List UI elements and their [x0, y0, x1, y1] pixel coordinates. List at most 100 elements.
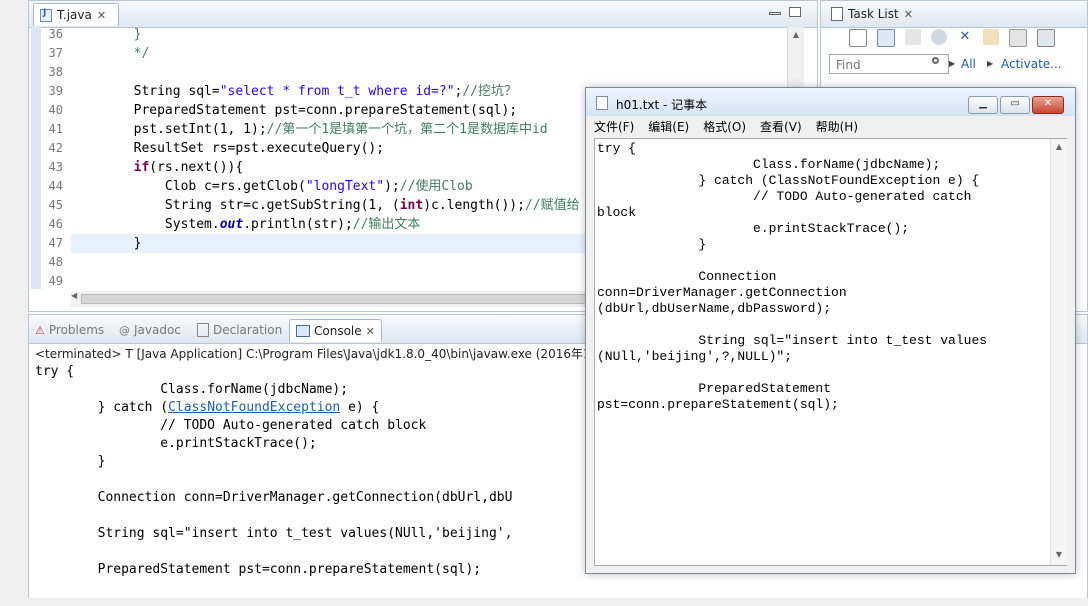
- line-number: 39: [48, 84, 63, 98]
- focus-icon[interactable]: [983, 29, 999, 45]
- notepad-line: }: [597, 237, 707, 252]
- tab-console[interactable]: Console ✕: [289, 319, 382, 342]
- menu-help[interactable]: 帮助(H): [816, 118, 858, 135]
- maximize-button[interactable]: ▭: [1000, 96, 1030, 114]
- code-line: Clob c=rs.getClob("longText");//使用Clob: [71, 179, 473, 194]
- tab-javadoc[interactable]: @ Javadoc: [119, 319, 181, 341]
- triangle-icon: ▶: [949, 59, 956, 68]
- code-line: ResultSet rs=pst.executeQuery();: [71, 141, 385, 156]
- notepad-line: } catch (ClassNotFoundException e) {: [597, 173, 980, 188]
- line-number: 47: [48, 236, 63, 250]
- menu-view[interactable]: 查看(V): [760, 118, 802, 135]
- task-list-icon: [831, 7, 843, 21]
- task-list-toolbar: ✕: [849, 29, 1055, 47]
- notepad-line: pst=conn.prepareStatement(sql);: [597, 397, 839, 412]
- scroll-up-arrow[interactable]: ▲: [788, 27, 804, 43]
- line-number: 42: [48, 141, 63, 155]
- categorized-icon[interactable]: [877, 29, 895, 47]
- class-link[interactable]: ClassNotFoundException: [168, 400, 340, 415]
- scroll-left-arrow[interactable]: ◀: [71, 291, 77, 300]
- output-line: e.printStackTrace();: [35, 436, 317, 451]
- scheduled-icon[interactable]: [905, 29, 921, 45]
- minimize-icon[interactable]: [769, 12, 781, 15]
- line-number: 46: [48, 217, 63, 231]
- code-line: */: [133, 46, 150, 61]
- output-line: PreparedStatement pst=conn.prepareStatem…: [35, 562, 482, 577]
- code-line: System.out.println(str);//输出文本: [71, 217, 421, 232]
- code-line-current: }: [71, 234, 601, 253]
- notepad-line: (dbUrl,dbUserName,dbPassword);: [597, 301, 832, 316]
- menu-file[interactable]: 文件(F): [594, 118, 634, 135]
- scroll-up-arrow[interactable]: ▲: [1051, 139, 1067, 155]
- output-line: // TODO Auto-generated catch block: [35, 418, 427, 433]
- notepad-line: PreparedStatement: [597, 381, 832, 396]
- tab-problems[interactable]: ⚠ Problems: [35, 319, 104, 341]
- notepad-line: (NUll,'beijing',?,NULL)";: [597, 349, 793, 364]
- console-status-line: <terminated> T [Java Application] C:\Pro…: [35, 347, 611, 361]
- line-number: 44: [48, 179, 63, 193]
- search-icon: [932, 57, 939, 64]
- notepad-line: e.printStackTrace();: [597, 221, 910, 236]
- find-input[interactable]: [834, 56, 924, 74]
- notepad-lines: try { Class.forName(jdbcName); } catch (…: [597, 141, 987, 413]
- line-number: 37: [48, 46, 63, 60]
- tab-label: Javadoc: [134, 323, 181, 337]
- line-number: 38: [48, 65, 63, 79]
- notepad-text-area[interactable]: try { Class.forName(jdbcName); } catch (…: [594, 138, 1067, 566]
- notepad-title-bar[interactable]: h01.txt - 记事本 ▁ ▭ ✕: [586, 88, 1075, 116]
- all-link[interactable]: All: [961, 57, 976, 71]
- line-number: 49: [48, 274, 63, 288]
- close-icon[interactable]: ✕: [366, 325, 375, 338]
- output-line: }: [35, 454, 106, 469]
- notepad-line: [597, 365, 987, 381]
- quick-diff-ruler: [31, 27, 41, 289]
- console-icon: [296, 325, 310, 337]
- line-number: 45: [48, 198, 63, 212]
- code-line: String sql="select * from t_t where id=?…: [71, 84, 518, 99]
- sync-icon[interactable]: [931, 29, 947, 45]
- new-task-icon[interactable]: [849, 29, 867, 47]
- line-numbers: 36 37 38 39 40 41 42 43 44 45 46 47 48 49: [41, 25, 63, 291]
- left-toolbar-strip: [0, 0, 29, 606]
- tab-label: Problems: [48, 323, 105, 337]
- minimize-button[interactable]: ▁: [968, 96, 998, 114]
- close-icon: ✕: [1043, 98, 1053, 109]
- line-number: 48: [48, 255, 63, 269]
- find-field[interactable]: [829, 54, 949, 74]
- view-menu-icon[interactable]: [1037, 29, 1055, 47]
- output-line: String sql="insert into t_test values(NU…: [35, 526, 513, 541]
- filter-icon[interactable]: ✕: [957, 29, 973, 45]
- notepad-line: conn=DriverManager.getConnection: [597, 285, 847, 300]
- notepad-vertical-scrollbar[interactable]: ▲ ▼: [1050, 139, 1067, 565]
- tab-t-java[interactable]: T.java ✕: [33, 3, 119, 26]
- activate-link[interactable]: Activate...: [1001, 57, 1062, 71]
- close-icon[interactable]: ✕: [97, 9, 106, 22]
- scroll-down-arrow[interactable]: ▼: [1051, 547, 1067, 563]
- close-icon[interactable]: ✕: [904, 8, 913, 21]
- maximize-icon[interactable]: [789, 7, 801, 17]
- code-line: if(rs.next()){: [133, 160, 244, 175]
- scroll-thumb[interactable]: [81, 294, 601, 304]
- tab-task-list[interactable]: Task List ✕: [825, 3, 919, 25]
- notepad-line: Class.forName(jdbcName);: [597, 157, 941, 172]
- code-editor[interactable]: } */ String sql="select * from t_t where…: [71, 25, 601, 291]
- code-line: String str=c.getSubString(1, (int)c.leng…: [71, 198, 580, 213]
- console-output[interactable]: try { Class.forName(jdbcName); } catch (…: [35, 363, 512, 579]
- line-number: 41: [48, 122, 63, 136]
- output-line: Connection conn=DriverManager.getConnect…: [35, 490, 513, 505]
- collapse-all-icon[interactable]: [1009, 29, 1027, 47]
- notepad-window-controls: ▁ ▭ ✕: [968, 96, 1064, 114]
- tab-declaration[interactable]: Declaration: [197, 319, 282, 341]
- declaration-icon: [197, 323, 209, 337]
- code-line: pst.setInt(1, 1);//第一个1是填第一个坑，第二个1是数据库中i…: [71, 122, 548, 137]
- menu-format[interactable]: 格式(O): [703, 118, 746, 135]
- notepad-menu-bar: 文件(F) 编辑(E) 格式(O) 查看(V) 帮助(H): [594, 118, 858, 135]
- menu-edit[interactable]: 编辑(E): [648, 118, 689, 135]
- triangle-icon: ▶: [987, 59, 994, 68]
- editor-horizontal-scrollbar[interactable]: ◀: [71, 291, 617, 307]
- close-button[interactable]: ✕: [1032, 96, 1064, 114]
